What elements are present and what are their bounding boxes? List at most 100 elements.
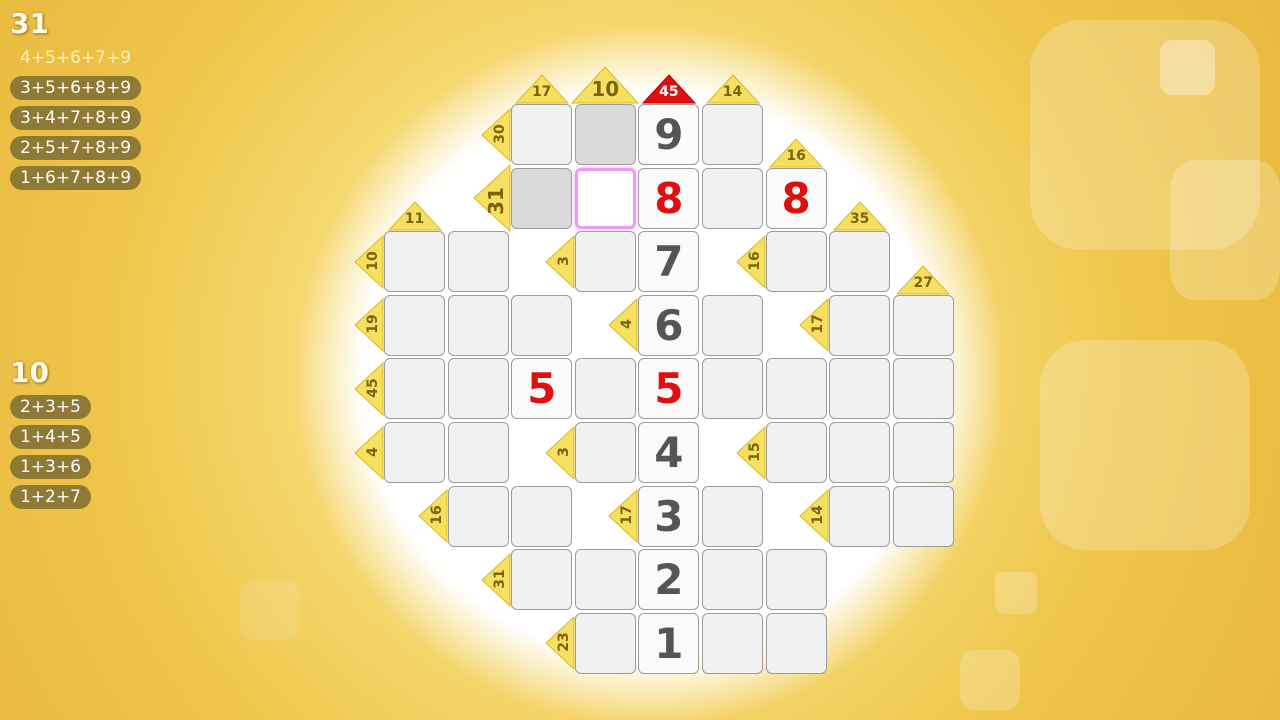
- board-cell[interactable]: [829, 422, 891, 483]
- clue-value: 16: [428, 505, 445, 525]
- board-cell[interactable]: 2: [638, 549, 700, 611]
- board-cell[interactable]: [829, 231, 891, 293]
- board-cell[interactable]: [702, 612, 763, 674]
- board-cell[interactable]: [384, 231, 445, 293]
- clue-value: 45: [365, 378, 381, 398]
- clue-value: 4: [619, 319, 636, 330]
- row-sum-clue: 10: [354, 234, 384, 289]
- clue-value: 35: [849, 211, 870, 228]
- row-sum-clue: 17: [608, 488, 638, 544]
- row-sum-clue: 4: [354, 425, 384, 480]
- board-cell[interactable]: [574, 422, 636, 483]
- board-cell[interactable]: [511, 167, 573, 229]
- column-sum-clue: 10: [571, 66, 640, 104]
- row-sum-clue: 4: [608, 298, 638, 353]
- board-cell[interactable]: [447, 358, 509, 420]
- board-cell[interactable]: [511, 549, 573, 611]
- board-cell[interactable]: [829, 358, 891, 420]
- board-cell[interactable]: [447, 231, 509, 293]
- board-cell[interactable]: [702, 104, 763, 165]
- column-sum-clue: 45: [641, 74, 697, 104]
- board-cell[interactable]: [447, 485, 509, 547]
- board-cell[interactable]: [765, 358, 827, 420]
- row-sum-clue: 30: [481, 107, 511, 162]
- board-cell[interactable]: [384, 358, 445, 420]
- board-cell[interactable]: 5: [511, 358, 573, 420]
- row-sum-clue: 16: [735, 234, 766, 289]
- board-cell[interactable]: [765, 612, 827, 674]
- row-sum-clue: 23: [545, 616, 575, 671]
- row-sum-clue: 16: [417, 488, 448, 544]
- board-cell[interactable]: [574, 104, 636, 165]
- clue-value: 27: [913, 274, 934, 291]
- clue-value: 14: [810, 505, 827, 525]
- board-cell[interactable]: 3: [638, 485, 700, 547]
- board-cell[interactable]: 5: [638, 358, 700, 420]
- board-cell[interactable]: [702, 485, 763, 547]
- row-sum-clue: 31: [473, 163, 511, 233]
- column-sum-clue: 17: [514, 74, 569, 104]
- clue-value: 10: [591, 77, 620, 101]
- board-cell[interactable]: [384, 294, 445, 356]
- clue-value: 11: [404, 211, 425, 228]
- clue-value: 17: [810, 314, 827, 335]
- selected-cell[interactable]: [574, 167, 636, 229]
- row-sum-clue: 17: [799, 298, 829, 353]
- column-sum-clue: 27: [896, 265, 951, 295]
- clue-value: 3: [555, 446, 572, 457]
- board-cell[interactable]: [702, 549, 763, 611]
- board-cell[interactable]: [511, 294, 573, 356]
- board-cell[interactable]: [765, 549, 827, 611]
- board-cell[interactable]: [892, 294, 954, 356]
- board-cell[interactable]: [511, 104, 573, 165]
- row-sum-clue: 14: [799, 488, 829, 544]
- board-cell[interactable]: [829, 485, 891, 547]
- row-sum-clue: 3: [545, 425, 575, 480]
- board-cell[interactable]: 4: [638, 422, 700, 483]
- clue-value: 3: [555, 255, 572, 266]
- board-cell[interactable]: 8: [638, 167, 700, 229]
- clue-value: 30: [492, 123, 509, 144]
- board-cell[interactable]: [892, 358, 954, 420]
- board-cell[interactable]: [765, 422, 827, 483]
- clue-value: 15: [746, 441, 763, 462]
- board-cell[interactable]: [384, 422, 445, 483]
- board-cell[interactable]: [574, 549, 636, 611]
- row-sum-clue: 45: [354, 361, 384, 417]
- board-cell[interactable]: [447, 422, 509, 483]
- clue-value: 17: [531, 84, 552, 100]
- row-sum-clue: 31: [481, 552, 511, 607]
- board-cell[interactable]: [447, 294, 509, 356]
- board-cell[interactable]: [765, 231, 827, 293]
- board-cell[interactable]: [574, 612, 636, 674]
- clue-value: 14: [722, 84, 743, 100]
- clue-value: 31: [492, 568, 509, 589]
- column-sum-clue: 14: [705, 74, 760, 104]
- board-cell[interactable]: [511, 485, 573, 547]
- board-cell[interactable]: [702, 294, 763, 356]
- board-cell[interactable]: 8: [765, 167, 827, 229]
- board-cell[interactable]: [892, 422, 954, 483]
- clue-value: 31: [484, 187, 509, 216]
- clue-value: 23: [555, 632, 572, 653]
- clue-value: 10: [365, 250, 381, 271]
- column-sum-clue: 11: [387, 201, 442, 231]
- kakuro-board: 98876554321 17 10 45 14 16 11 35 27 30 3…: [0, 0, 1280, 720]
- board-cell[interactable]: [829, 294, 891, 356]
- board-cell[interactable]: 6: [638, 294, 700, 356]
- board-cell[interactable]: [892, 485, 954, 547]
- board-cell[interactable]: [574, 231, 636, 293]
- board-cell[interactable]: 7: [638, 231, 700, 293]
- row-sum-clue: 19: [354, 298, 384, 353]
- row-sum-clue: 15: [735, 425, 766, 480]
- board-cell[interactable]: 9: [638, 104, 700, 165]
- row-sum-clue: 3: [545, 234, 575, 289]
- board-cell[interactable]: [574, 358, 636, 420]
- board-cell[interactable]: [702, 358, 763, 420]
- clue-value: 45: [659, 84, 679, 100]
- clue-value: 17: [619, 505, 636, 525]
- board-cell[interactable]: [702, 167, 763, 229]
- board-cell[interactable]: 1: [638, 612, 700, 674]
- clue-value: 19: [365, 314, 381, 335]
- clue-value: 4: [365, 446, 381, 457]
